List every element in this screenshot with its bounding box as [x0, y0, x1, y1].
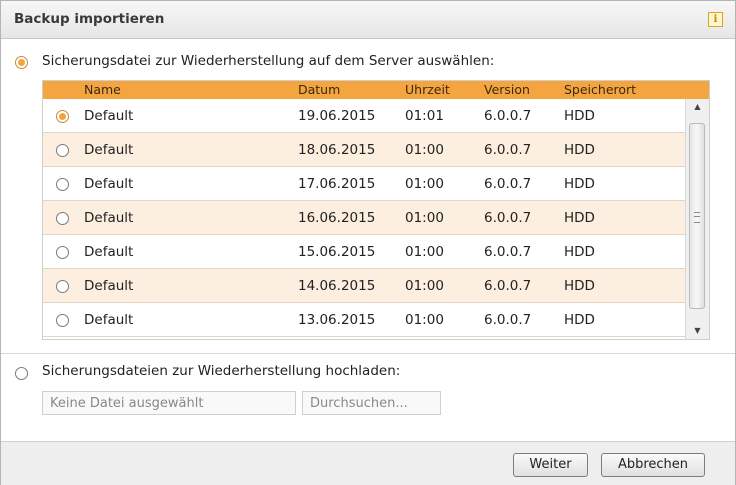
table-body: Default 19.06.2015 01:01 6.0.0.7 HDD Default 1… [43, 99, 685, 339]
table-row[interactable]: Default 19.06.2015 01:01 6.0.0.7 HDD [43, 99, 685, 133]
section-divider [1, 353, 735, 354]
scroll-up-arrow-icon[interactable]: ▲ [686, 99, 709, 115]
server-option-label: Sicherungsdatei zur Wiederherstellung au… [42, 53, 495, 69]
column-header-datum[interactable]: Datum [298, 82, 340, 97]
cell-name: Default [84, 278, 134, 294]
browse-button[interactable]: Durchsuchen... [302, 391, 441, 415]
row-select-radio[interactable] [56, 144, 69, 157]
cell-uhrzeit: 01:00 [405, 210, 444, 226]
cell-speicherort: HDD [564, 142, 595, 158]
cell-speicherort: HDD [564, 278, 595, 294]
cell-datum: 15.06.2015 [298, 244, 376, 260]
row-select-radio[interactable] [56, 110, 69, 123]
table-row[interactable]: Default 18.06.2015 01:00 6.0.0.7 HDD [43, 133, 685, 167]
cell-version: 6.0.0.7 [484, 278, 532, 294]
cell-version: 6.0.0.7 [484, 108, 532, 124]
cell-uhrzeit: 01:01 [405, 108, 444, 124]
cell-datum: 14.06.2015 [298, 278, 376, 294]
row-select-radio[interactable] [56, 314, 69, 327]
column-header-uhrzeit[interactable]: Uhrzeit [405, 82, 450, 97]
cell-datum: 17.06.2015 [298, 176, 376, 192]
cell-name: Default [84, 142, 134, 158]
cell-uhrzeit: 01:00 [405, 244, 444, 260]
cell-name: Default [84, 244, 134, 260]
server-option-radio[interactable] [15, 56, 28, 69]
upload-option-label: Sicherungsdateien zur Wiederherstellung … [42, 363, 401, 379]
row-select-radio[interactable] [56, 212, 69, 225]
cell-datum: 19.06.2015 [298, 108, 376, 124]
info-icon[interactable]: i [708, 12, 723, 27]
next-button[interactable]: Weiter [513, 453, 588, 477]
upload-option-radio[interactable] [15, 367, 28, 380]
cell-name: Default [84, 312, 134, 328]
cell-speicherort: HDD [564, 210, 595, 226]
column-header-name[interactable]: Name [84, 82, 121, 97]
table-row[interactable]: Default 15.06.2015 01:00 6.0.0.7 HDD [43, 235, 685, 269]
cell-uhrzeit: 01:00 [405, 312, 444, 328]
cell-name: Default [84, 210, 134, 226]
cell-uhrzeit: 01:00 [405, 278, 444, 294]
cell-uhrzeit: 01:00 [405, 176, 444, 192]
cell-speicherort: HDD [564, 176, 595, 192]
table-row[interactable]: Default 16.06.2015 01:00 6.0.0.7 HDD [43, 201, 685, 235]
backup-table: Name Datum Uhrzeit Version Speicherort D… [42, 80, 710, 340]
row-select-radio[interactable] [56, 178, 69, 191]
cell-datum: 18.06.2015 [298, 142, 376, 158]
cell-speicherort: HDD [564, 108, 595, 124]
column-header-version[interactable]: Version [484, 82, 530, 97]
backup-import-dialog: Backup importieren i Sicherungsdatei zur… [0, 0, 736, 485]
cancel-button[interactable]: Abbrechen [601, 453, 705, 477]
cell-version: 6.0.0.7 [484, 176, 532, 192]
file-name-field[interactable]: Keine Datei ausgewählt [42, 391, 296, 415]
grip-icon [694, 212, 700, 223]
scroll-down-arrow-icon[interactable]: ▼ [686, 323, 709, 339]
table-scrollbar[interactable]: ▲ ▼ [685, 99, 709, 339]
cell-version: 6.0.0.7 [484, 244, 532, 260]
cell-name: Default [84, 176, 134, 192]
cell-datum: 16.06.2015 [298, 210, 376, 226]
cell-version: 6.0.0.7 [484, 210, 532, 226]
dialog-title: Backup importieren [14, 11, 165, 27]
cell-speicherort: HDD [564, 244, 595, 260]
table-row[interactable]: Default 14.06.2015 01:00 6.0.0.7 HDD [43, 269, 685, 303]
cell-version: 6.0.0.7 [484, 312, 532, 328]
dialog-titlebar: Backup importieren i [1, 1, 735, 39]
cell-datum: 13.06.2015 [298, 312, 376, 328]
row-select-radio[interactable] [56, 246, 69, 259]
cell-version: 6.0.0.7 [484, 142, 532, 158]
table-header: Name Datum Uhrzeit Version Speicherort [43, 81, 709, 99]
column-header-speicherort[interactable]: Speicherort [564, 82, 636, 97]
row-select-radio[interactable] [56, 280, 69, 293]
table-row[interactable]: Default 17.06.2015 01:00 6.0.0.7 HDD [43, 167, 685, 201]
cell-uhrzeit: 01:00 [405, 142, 444, 158]
cell-name: Default [84, 108, 134, 124]
scrollbar-thumb[interactable] [689, 123, 705, 309]
table-row[interactable]: Default 13.06.2015 01:00 6.0.0.7 HDD [43, 303, 685, 337]
cell-speicherort: HDD [564, 312, 595, 328]
dialog-footer: Weiter Abbrechen [1, 441, 735, 485]
